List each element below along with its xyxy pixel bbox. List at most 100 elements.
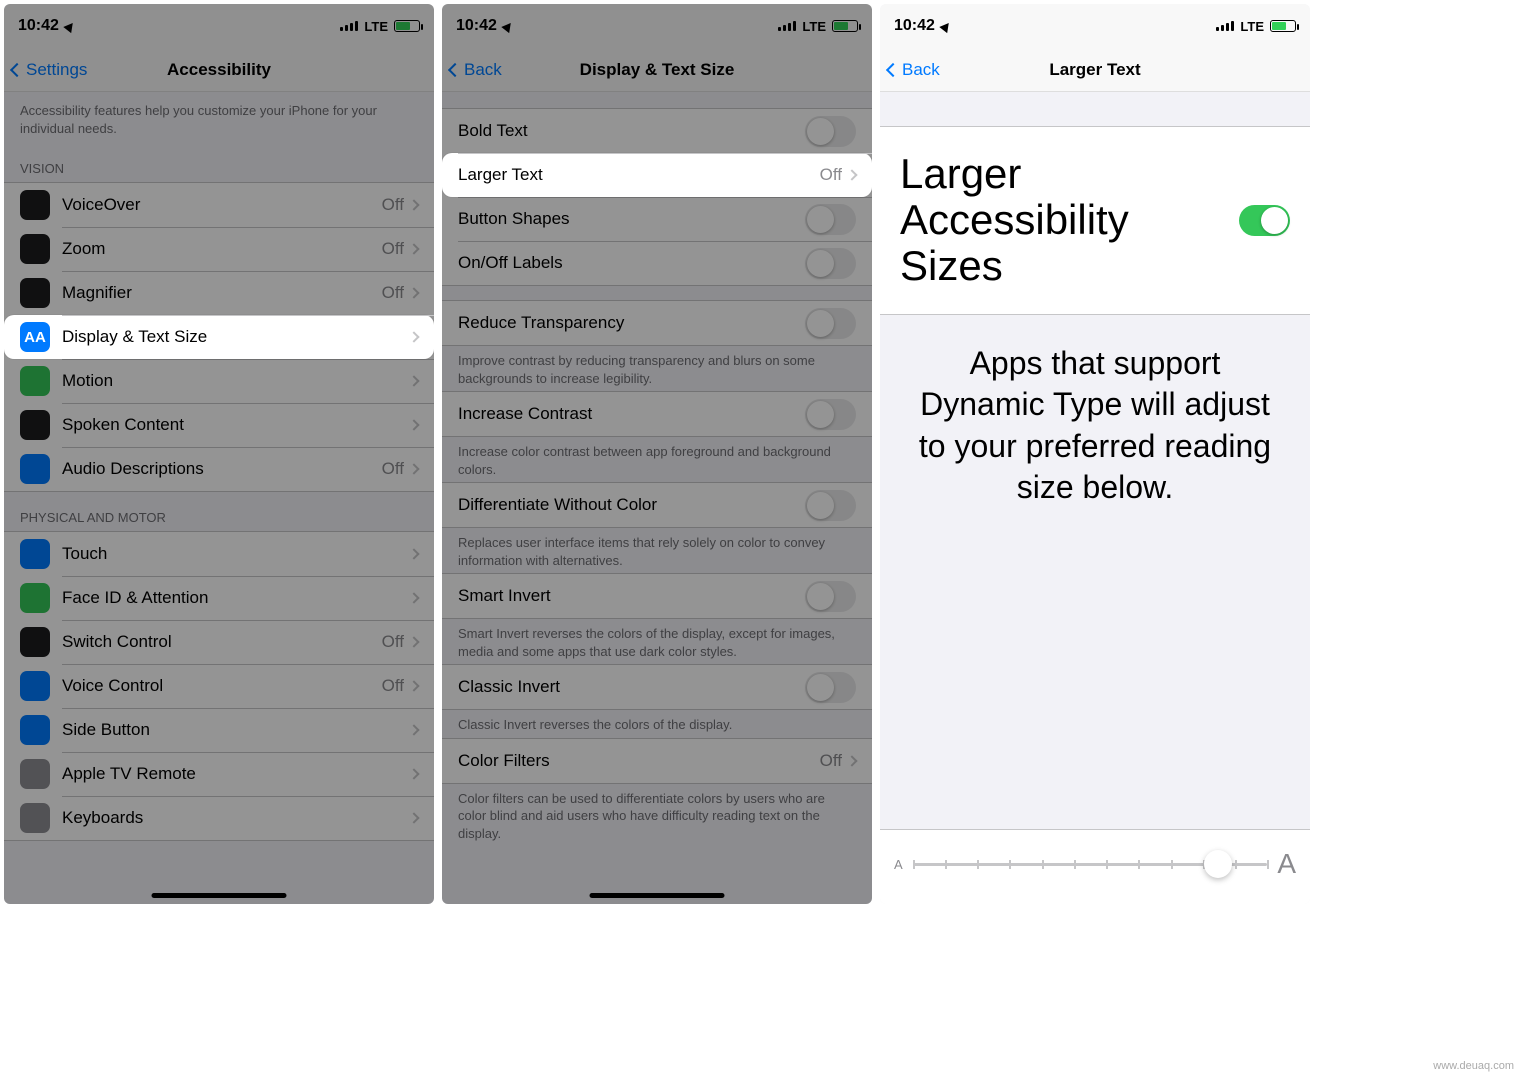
list-row[interactable]: Audio DescriptionsOff bbox=[4, 447, 434, 491]
row-label: Spoken Content bbox=[62, 415, 410, 435]
toggle-onoff-labels[interactable] bbox=[805, 248, 856, 279]
row-icon bbox=[20, 454, 50, 484]
list-row[interactable]: MagnifierOff bbox=[4, 271, 434, 315]
status-time: 10:42 bbox=[894, 17, 935, 35]
chevron-right-icon bbox=[408, 724, 419, 735]
home-indicator[interactable] bbox=[590, 893, 725, 898]
row-label: Zoom bbox=[62, 239, 382, 259]
home-indicator[interactable] bbox=[152, 893, 287, 898]
network-label: LTE bbox=[1240, 19, 1264, 34]
slider-thumb[interactable] bbox=[1204, 850, 1232, 878]
back-button[interactable]: Back bbox=[450, 60, 580, 80]
row-label: Audio Descriptions bbox=[62, 459, 382, 479]
list-row[interactable]: Motion bbox=[4, 359, 434, 403]
battery-icon bbox=[1270, 20, 1296, 32]
status-time: 10:42 bbox=[456, 17, 497, 35]
location-arrow-icon bbox=[501, 19, 514, 32]
toggle-reduce-transparency[interactable] bbox=[805, 308, 856, 339]
slider-track[interactable] bbox=[913, 863, 1268, 866]
row-value: Off bbox=[382, 676, 404, 696]
location-arrow-icon bbox=[63, 19, 76, 32]
list-row[interactable]: Voice ControlOff bbox=[4, 664, 434, 708]
letter-a-small-icon: A bbox=[894, 857, 903, 872]
list-row[interactable]: Face ID & Attention bbox=[4, 576, 434, 620]
back-label: Back bbox=[464, 60, 502, 80]
location-arrow-icon bbox=[939, 19, 952, 32]
toggle-smart-invert[interactable] bbox=[805, 581, 856, 612]
nav-title: Accessibility bbox=[167, 60, 271, 80]
toggle-larger-sizes[interactable] bbox=[1239, 205, 1290, 236]
group-header-physical: PHYSICAL AND MOTOR bbox=[4, 492, 434, 531]
intro-text: Accessibility features help you customiz… bbox=[4, 92, 434, 143]
row-label: Display & Text Size bbox=[62, 327, 410, 347]
row-icon bbox=[20, 190, 50, 220]
row-larger-text[interactable]: Larger Text Off bbox=[442, 153, 872, 197]
row-value: Off bbox=[382, 283, 404, 303]
list-row[interactable]: Switch ControlOff bbox=[4, 620, 434, 664]
list-row[interactable]: Keyboards bbox=[4, 796, 434, 840]
row-smart-invert[interactable]: Smart Invert bbox=[442, 574, 872, 618]
list-row[interactable]: ZoomOff bbox=[4, 227, 434, 271]
row-icon bbox=[20, 671, 50, 701]
toggle-differentiate[interactable] bbox=[805, 490, 856, 521]
back-button[interactable]: Settings bbox=[12, 60, 167, 80]
status-bar: 10:42 LTE bbox=[880, 4, 1310, 48]
row-icon bbox=[20, 715, 50, 745]
nav-bar: Back Larger Text bbox=[880, 48, 1310, 92]
row-icon bbox=[20, 759, 50, 789]
row-bold-text[interactable]: Bold Text bbox=[442, 109, 872, 153]
row-reduce-transparency[interactable]: Reduce Transparency bbox=[442, 301, 872, 345]
row-larger-accessibility-sizes[interactable]: Larger Accessibility Sizes bbox=[880, 126, 1310, 315]
group-vision: VoiceOverOffZoomOffMagnifierOffAADisplay… bbox=[4, 182, 434, 492]
chevron-right-icon bbox=[408, 548, 419, 559]
status-bar: 10:42 LTE bbox=[442, 4, 872, 48]
row-label: Apple TV Remote bbox=[62, 764, 410, 784]
note-smart-invert: Smart Invert reverses the colors of the … bbox=[442, 619, 872, 664]
row-icon bbox=[20, 583, 50, 613]
chevron-right-icon bbox=[408, 636, 419, 647]
row-icon bbox=[20, 278, 50, 308]
list-row[interactable]: VoiceOverOff bbox=[4, 183, 434, 227]
list-row[interactable]: Apple TV Remote bbox=[4, 752, 434, 796]
list-row[interactable]: Spoken Content bbox=[4, 403, 434, 447]
toggle-bold-text[interactable] bbox=[805, 116, 856, 147]
list-row[interactable]: Side Button bbox=[4, 708, 434, 752]
dynamic-type-note: Apps that support Dynamic Type will adju… bbox=[880, 315, 1310, 519]
row-icon: AA bbox=[20, 322, 50, 352]
row-onoff-labels[interactable]: On/Off Labels bbox=[442, 241, 872, 285]
note-differentiate: Replaces user interface items that rely … bbox=[442, 528, 872, 573]
chevron-right-icon bbox=[408, 331, 419, 342]
note-classic-invert: Classic Invert reverses the colors of th… bbox=[442, 710, 872, 738]
text-size-slider[interactable]: A A bbox=[880, 829, 1310, 904]
list-row[interactable]: Touch bbox=[4, 532, 434, 576]
row-icon bbox=[20, 234, 50, 264]
row-label: Face ID & Attention bbox=[62, 588, 410, 608]
toggle-increase-contrast[interactable] bbox=[805, 399, 856, 430]
toggle-classic-invert[interactable] bbox=[805, 672, 856, 703]
battery-icon bbox=[832, 20, 858, 32]
row-increase-contrast[interactable]: Increase Contrast bbox=[442, 392, 872, 436]
row-button-shapes[interactable]: Button Shapes bbox=[442, 197, 872, 241]
back-label: Back bbox=[902, 60, 940, 80]
network-label: LTE bbox=[802, 19, 826, 34]
list-row[interactable]: AA Display & Text Size bbox=[4, 315, 434, 359]
chevron-right-icon bbox=[408, 243, 419, 254]
row-differentiate[interactable]: Differentiate Without Color bbox=[442, 483, 872, 527]
chevron-right-icon bbox=[408, 419, 419, 430]
row-classic-invert[interactable]: Classic Invert bbox=[442, 665, 872, 709]
chevron-right-icon bbox=[408, 768, 419, 779]
chevron-right-icon bbox=[408, 375, 419, 386]
row-icon bbox=[20, 366, 50, 396]
row-value: Off bbox=[382, 459, 404, 479]
toggle-button-shapes[interactable] bbox=[805, 204, 856, 235]
row-icon bbox=[20, 627, 50, 657]
chevron-right-icon bbox=[408, 812, 419, 823]
row-value: Off bbox=[382, 632, 404, 652]
watermark: www.deuaq.com bbox=[1433, 1060, 1514, 1072]
screen-display-text-size: 10:42 LTE Back Display & Text Size Bold … bbox=[442, 4, 872, 904]
back-button[interactable]: Back bbox=[888, 60, 1049, 80]
chevron-right-icon bbox=[408, 463, 419, 474]
chevron-right-icon bbox=[408, 199, 419, 210]
row-color-filters[interactable]: Color Filters Off bbox=[442, 739, 872, 783]
row-label: Voice Control bbox=[62, 676, 382, 696]
